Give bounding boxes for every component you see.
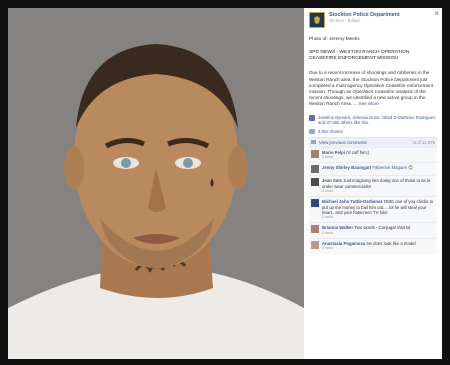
avatar[interactable] [311, 165, 319, 174]
avatar[interactable] [311, 149, 319, 158]
photo-viewer: × Stockton Police Department 18 June · E… [0, 0, 450, 365]
comment-count: 6 of 12,075 [413, 139, 435, 145]
comment-author[interactable]: Brianna Walker [322, 225, 353, 230]
post-timestamp[interactable]: 18 June · Edited [329, 18, 400, 23]
post-headline: SPD NEWS - WESTON RANCH OPERATION CEASEF… [309, 50, 410, 62]
comment-item: Mario Pelpi I'd cuff him;) 2 mins [309, 146, 437, 163]
comment-time[interactable]: 2 mins [322, 189, 435, 194]
see-more-link[interactable]: See More [358, 101, 378, 106]
comment-author[interactable]: Mario Pelpi [322, 150, 345, 155]
avatar[interactable] [311, 178, 319, 187]
share-icon [309, 128, 315, 134]
comment-time[interactable]: 2 mins [322, 215, 435, 220]
comment-item: Jean Sets Just imagining him doing one o… [309, 175, 437, 196]
comment-item: Michael John Tuttle-Derbenez OMG one of … [309, 196, 437, 222]
avatar[interactable] [311, 241, 319, 250]
view-previous-comments[interactable]: View previous comments 6 of 12,075 [309, 136, 437, 147]
like-icon [309, 115, 315, 122]
comment-time[interactable]: 2 mins [322, 246, 416, 251]
comment-item: Jenny Shirley Baumgart Fabienne Maguire … [309, 162, 437, 175]
avatar[interactable] [311, 199, 319, 208]
emoji-icon: 😊 [408, 165, 413, 171]
shares-text[interactable]: 4,062 shares [318, 129, 343, 134]
comment-icon [311, 140, 316, 145]
comment-text: I'd cuff him;) [346, 149, 370, 155]
avatar[interactable] [311, 225, 319, 234]
comment-item: Brianna Walker Two words - Conjugal Visi… [309, 222, 437, 238]
comment-text: Two words - Conjugal Visit lol [354, 225, 411, 231]
close-icon[interactable]: × [434, 9, 439, 18]
shares-row: 4,062 shares [304, 126, 442, 134]
comment-item: Anastasia Pogamova He does look like a m… [309, 238, 437, 254]
comments-list: Mario Pelpi I'd cuff him;) 2 mins Jenny … [309, 146, 437, 254]
comment-author[interactable]: Jenny Shirley Baumgart [322, 165, 371, 170]
comment-author[interactable]: Anastasia Pogamova [322, 241, 365, 246]
likes-row: Josefine Nymark, Jelessia Dunn, Obed D-M… [304, 107, 442, 126]
photo-caption: Photo of: Jeremy Meeks [309, 36, 360, 41]
mugshot-image [8, 8, 304, 359]
likes-text[interactable]: Josefine Nymark, Jelessia Dunn, Obed D-M… [318, 115, 437, 126]
post-header: Stockton Police Department 18 June · Edi… [304, 8, 442, 31]
comment-time[interactable]: 2 mins [322, 231, 410, 236]
view-previous-label[interactable]: View previous comments [319, 140, 367, 145]
comment-time[interactable]: 2 mins [322, 155, 369, 160]
comment-tag[interactable]: Fabienne Maguire [372, 165, 407, 170]
comment-text: He does look like a model [366, 241, 416, 247]
badge-icon [314, 16, 320, 24]
mugshot-photo[interactable] [8, 8, 304, 359]
post-panel: × Stockton Police Department 18 June · E… [304, 8, 442, 359]
comment-author[interactable]: Jean Sets [322, 178, 342, 183]
post-body: Due to a recent increase of shootings an… [304, 62, 442, 107]
comment-author[interactable]: Michael John Tuttle-Derbenez [322, 199, 383, 204]
page-avatar[interactable] [309, 12, 325, 28]
